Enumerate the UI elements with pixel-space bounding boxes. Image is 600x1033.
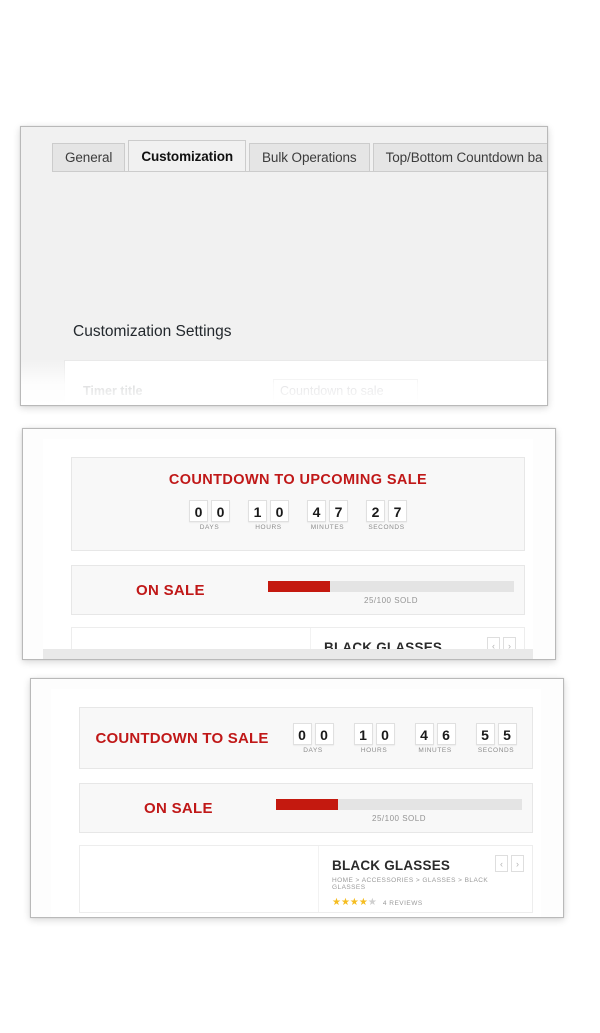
countdown-unit-seconds: 2 7 SECONDS (366, 500, 407, 531)
minutes-digits: 4 7 (307, 500, 348, 522)
countdown-widget-upcoming: COUNTDOWN TO UPCOMING SALE 0 0 DAYS 1 0 … (71, 457, 525, 551)
seconds-digits: 5 5 (475, 722, 517, 745)
seconds-label: SECONDS (368, 524, 405, 531)
product-row-sale: BLACK GLASSES HOME > ACCESSORIES > GLASS… (79, 845, 533, 913)
chevron-left-icon[interactable]: ‹ (495, 855, 508, 872)
star-rating-icon: ★★★★★ (332, 897, 377, 908)
seconds-label: SECONDS (477, 746, 515, 754)
progress-track (276, 799, 522, 810)
tab-bulk-operations-label: Bulk Operations (262, 150, 357, 165)
settings-form-card: Timer title Timer title before sale star… (64, 360, 547, 405)
minutes-digits: 4 6 (414, 722, 456, 745)
hours-label: HOURS (360, 746, 388, 754)
progress-fill (268, 581, 330, 592)
settings-tabbar: General Customization Bulk Operations To… (52, 140, 547, 172)
sale-bar-widget-sale: ON SALE 25/100 SOLD (79, 783, 533, 833)
hours-digits: 1 0 (248, 500, 289, 522)
field-row-timer-title: Timer title (65, 379, 547, 403)
progress-caption: 25/100 SOLD (364, 596, 418, 605)
preview-panel-active-sale: COUNTDOWN TO SALE 0 0 DAYS 1 0 HOURS 4 6… (30, 678, 564, 918)
days-digit-1: 0 (189, 500, 208, 522)
tab-top-bottom-countdown-bar[interactable]: Top/Bottom Countdown ba (372, 143, 547, 171)
days-digit-2: 0 (314, 722, 334, 745)
minutes-digit-2: 7 (329, 500, 348, 522)
minutes-label: MINUTES (418, 746, 452, 754)
minutes-digit-1: 4 (307, 500, 326, 522)
countdown-title-sale: COUNTDOWN TO SALE (95, 729, 269, 747)
tab-top-bottom-countdown-bar-label: Top/Bottom Countdown ba (385, 150, 543, 165)
countdown-unit-days: 0 0 DAYS (292, 722, 334, 754)
hours-digit-2: 0 (270, 500, 289, 522)
product-nav-arrows: ‹ › (495, 855, 524, 872)
seconds-digits: 2 7 (366, 500, 407, 522)
days-digits: 0 0 (292, 722, 334, 745)
seconds-digit-2: 7 (388, 500, 407, 522)
days-digit-1: 0 (292, 722, 312, 745)
days-digit-2: 0 (211, 500, 230, 522)
tab-customization-label: Customization (141, 148, 234, 164)
product-rating: ★★★★★ 4 REVIEWS (332, 898, 522, 908)
minutes-digit-2: 6 (436, 722, 456, 745)
countdown-title-upcoming: COUNTDOWN TO UPCOMING SALE (168, 472, 428, 488)
preview-upcoming-body: COUNTDOWN TO UPCOMING SALE 0 0 DAYS 1 0 … (43, 439, 533, 659)
minutes-label: MINUTES (310, 524, 345, 531)
breadcrumb: HOME > ACCESSORIES > GLASSES > BLACK GLA… (324, 659, 514, 660)
sale-progress-upcoming: 25/100 SOLD (268, 581, 514, 605)
countdown-unit-minutes: 4 7 MINUTES (307, 500, 348, 531)
breadcrumb: HOME > ACCESSORIES > GLASSES > BLACK GLA… (332, 877, 489, 891)
sale-bar-widget-upcoming: ON SALE 25/100 SOLD (71, 565, 525, 615)
countdown-unit-hours: 1 0 HOURS (353, 722, 395, 754)
admin-settings-panel: General Customization Bulk Operations To… (20, 126, 548, 406)
seconds-digit-2: 5 (497, 722, 517, 745)
countdown-unit-seconds: 5 5 SECONDS (475, 722, 517, 754)
sale-bar-title-upcoming: ON SALE (136, 582, 205, 599)
countdown-clock-sale: COUNTDOWN TO SALE 0 0 DAYS 1 0 HOURS 4 6… (80, 708, 532, 768)
panel-bottom-cutoff (43, 649, 533, 659)
tab-general-label: General (65, 150, 113, 165)
seconds-digit-1: 2 (366, 500, 385, 522)
product-info: BLACK GLASSES HOME > ACCESSORIES > GLASS… (332, 858, 522, 908)
sale-progress-sale: 25/100 SOLD (276, 799, 522, 823)
sale-bar-title-sale: ON SALE (144, 800, 213, 817)
chevron-right-icon[interactable]: › (511, 855, 524, 872)
hours-digits: 1 0 (353, 722, 395, 745)
tab-general[interactable]: General (52, 143, 126, 171)
tab-customization[interactable]: Customization (128, 140, 247, 171)
days-digits: 0 0 (189, 500, 230, 522)
hours-digit-1: 1 (353, 722, 373, 745)
countdown-unit-minutes: 4 6 MINUTES (414, 722, 456, 754)
hours-label: HOURS (255, 524, 282, 531)
days-label: DAYS (199, 524, 220, 531)
timer-title-input[interactable] (273, 379, 418, 403)
days-label: DAYS (303, 746, 323, 754)
page-title: Customization Settings (73, 323, 232, 340)
product-title: BLACK GLASSES (332, 858, 451, 873)
review-count: 4 REVIEWS (382, 899, 423, 907)
seconds-digit-1: 5 (475, 722, 495, 745)
admin-settings-body: General Customization Bulk Operations To… (21, 127, 547, 405)
preview-sale-body: COUNTDOWN TO SALE 0 0 DAYS 1 0 HOURS 4 6… (51, 689, 541, 917)
progress-fill (276, 799, 338, 810)
hours-digit-2: 0 (375, 722, 395, 745)
tab-bulk-operations[interactable]: Bulk Operations (249, 143, 370, 171)
countdown-unit-hours: 1 0 HOURS (248, 500, 289, 531)
progress-track (268, 581, 514, 592)
countdown-unit-days: 0 0 DAYS (189, 500, 230, 531)
timer-title-label: Timer title (83, 384, 143, 398)
product-image (80, 846, 319, 912)
preview-panel-upcoming-sale: COUNTDOWN TO UPCOMING SALE 0 0 DAYS 1 0 … (22, 428, 556, 660)
minutes-digit-1: 4 (414, 722, 434, 745)
hours-digit-1: 1 (248, 500, 267, 522)
countdown-clock-upcoming: 0 0 DAYS 1 0 HOURS 4 7 MINUTES 2 7 SECON… (72, 500, 524, 531)
countdown-widget-sale: COUNTDOWN TO SALE 0 0 DAYS 1 0 HOURS 4 6… (79, 707, 533, 769)
progress-caption: 25/100 SOLD (372, 814, 426, 823)
